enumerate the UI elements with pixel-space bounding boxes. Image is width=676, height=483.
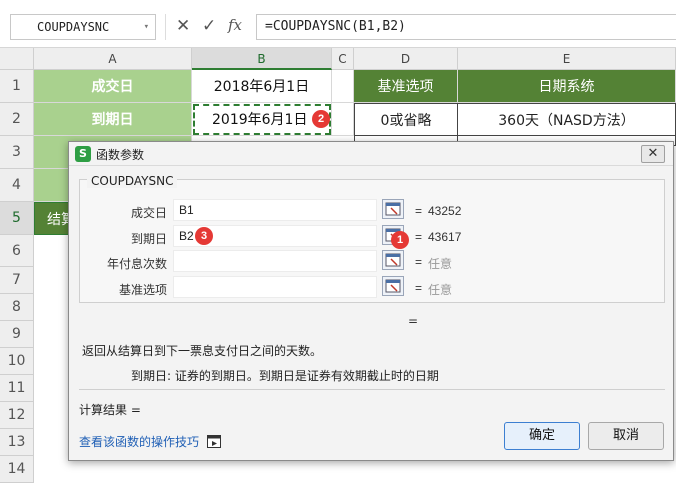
arg-equals-settlement: =: [415, 204, 423, 218]
column-header-c[interactable]: C: [332, 48, 354, 70]
dialog-titlebar[interactable]: S 函数参数 ✕: [69, 142, 673, 166]
formula-text: =COUPDAYSNC(B1,B2): [265, 19, 406, 34]
collapse-frequency-button[interactable]: [382, 250, 404, 270]
close-button[interactable]: ✕: [641, 145, 665, 163]
row-header-4[interactable]: 4: [0, 169, 34, 202]
arg-input-settlement[interactable]: B1: [173, 199, 377, 221]
row-header-8[interactable]: 8: [0, 294, 34, 321]
row-header-6[interactable]: 6: [0, 235, 34, 267]
row-header-5[interactable]: 5: [0, 202, 34, 235]
arg-equals-maturity: =: [415, 230, 423, 244]
help-link-text: 查看该函数的操作技巧: [79, 435, 200, 449]
row-header-2[interactable]: 2: [0, 103, 34, 136]
step-badge-2: 2: [312, 110, 330, 128]
row-header-3[interactable]: 3: [0, 136, 34, 169]
app-logo-icon: S: [75, 146, 91, 162]
arg-label-settlement: 成交日: [130, 206, 167, 220]
name-box[interactable]: COUPDAYSNC ▾: [10, 14, 156, 40]
arg-equals-frequency: =: [415, 255, 423, 269]
confirm-icon[interactable]: ✓: [202, 16, 216, 36]
arg-equals-basis: =: [415, 281, 423, 295]
collapse-settlement-button[interactable]: [382, 199, 404, 219]
arg-label-maturity: 到期日: [130, 232, 167, 246]
cell-d2[interactable]: 0或省略: [354, 103, 458, 136]
name-box-value: COUPDAYSNC: [37, 20, 110, 34]
cell-a1[interactable]: 成交日: [34, 70, 192, 103]
chevron-down-icon[interactable]: ▾: [144, 15, 149, 39]
cell-c1[interactable]: [332, 70, 354, 103]
arg-input-basis[interactable]: [173, 276, 377, 298]
video-icon: [206, 435, 221, 448]
cell-e2[interactable]: 360天（NASD方法）: [457, 103, 676, 136]
formula-bar: COUPDAYSNC ▾ ✕ ✓ fx =COUPDAYSNC(B1,B2): [0, 0, 676, 48]
arg-input-maturity-value: B2: [179, 229, 194, 243]
arg-label-basis: 基准选项: [118, 283, 167, 297]
row-header-9[interactable]: 9: [0, 321, 34, 348]
function-arguments-dialog: S 函数参数 ✕ COUPDAYSNC 成交日 B1 = 43252 到期日 B…: [68, 141, 674, 461]
cancel-icon[interactable]: ✕: [176, 16, 190, 36]
arg-input-frequency[interactable]: [173, 250, 377, 272]
column-header-d[interactable]: D: [354, 48, 458, 70]
cancel-button[interactable]: 取消: [588, 422, 664, 450]
ok-button[interactable]: 确定: [504, 422, 580, 450]
fx-icon[interactable]: fx: [228, 16, 242, 34]
arg-result-maturity: 43617: [428, 230, 462, 244]
cell-c2[interactable]: [332, 103, 354, 136]
formula-input[interactable]: =COUPDAYSNC(B1,B2): [256, 14, 676, 40]
step-badge-3: 3: [195, 227, 213, 245]
cell-b2[interactable]: 2019年6月1日: [192, 103, 332, 136]
cell-d1[interactable]: 基准选项: [354, 70, 458, 103]
collapse-basis-button[interactable]: [382, 276, 404, 296]
function-description: 返回从结算日到下一票息支付日之间的天数。: [82, 344, 323, 358]
range-select-icon: [385, 253, 401, 267]
row-header-10[interactable]: 10: [0, 348, 34, 375]
arg-result-basis: 任意: [428, 283, 453, 297]
parameter-description: 到期日: 证券的到期日。到期日是证券有效期截止时的日期: [131, 369, 439, 383]
row-header-13[interactable]: 13: [0, 429, 34, 456]
column-header-b[interactable]: B: [192, 48, 332, 70]
cell-e1[interactable]: 日期系统: [458, 70, 676, 103]
function-result-equals: =: [408, 314, 419, 328]
arg-result-frequency: 任意: [428, 257, 453, 271]
row-header-7[interactable]: 7: [0, 267, 34, 294]
row-header-1[interactable]: 1: [0, 70, 34, 103]
close-icon: ✕: [647, 146, 659, 161]
cell-b2-value: 2019年6月1日: [212, 112, 308, 128]
dialog-title: 函数参数: [96, 148, 145, 162]
select-all-corner[interactable]: [0, 48, 34, 70]
function-name: COUPDAYSNC: [87, 174, 178, 188]
row-header-14[interactable]: 14: [0, 456, 34, 483]
arg-result-settlement: 43252: [428, 204, 462, 218]
column-header-a[interactable]: A: [34, 48, 192, 70]
row-header-11[interactable]: 11: [0, 375, 34, 402]
divider: [165, 14, 166, 40]
cell-a2[interactable]: 到期日: [34, 103, 192, 136]
help-link[interactable]: 查看该函数的操作技巧: [79, 433, 221, 450]
step-badge-1: 1: [391, 231, 409, 249]
arg-input-settlement-value: B1: [179, 203, 194, 217]
divider: [79, 389, 665, 390]
column-header-e[interactable]: E: [458, 48, 676, 70]
calculation-result: 计算结果 =: [79, 403, 141, 417]
cell-b1[interactable]: 2018年6月1日: [192, 70, 332, 103]
range-select-icon: [385, 279, 401, 293]
row-header-12[interactable]: 12: [0, 402, 34, 429]
arg-label-frequency: 年付息次数: [106, 257, 167, 271]
range-select-icon: [385, 202, 401, 216]
